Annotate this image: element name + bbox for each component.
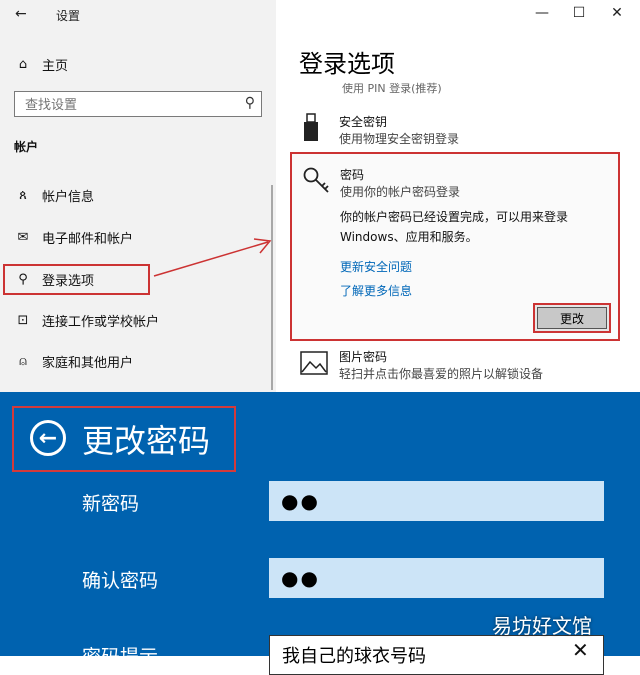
password-desc-line2: Windows、应用和服务。	[340, 230, 478, 244]
watermark-text: 易坊好文馆	[492, 614, 592, 638]
page-title: 登录选项	[299, 50, 395, 78]
mail-icon: ✉	[17, 230, 29, 245]
close-icon[interactable]: ✕	[607, 5, 627, 21]
search-input[interactable]	[23, 93, 237, 117]
picture-password-title[interactable]: 图片密码	[339, 348, 387, 365]
security-key-subtitle: 使用物理安全密钥登录	[339, 132, 460, 146]
back-arrow-icon[interactable]: ←	[15, 6, 27, 22]
window-title: 设置	[56, 9, 81, 23]
annotation-arrow-icon	[153, 238, 272, 277]
sidebar-item-label: 连接工作或学校帐户	[42, 315, 160, 330]
nav-home-label: 主页	[42, 59, 69, 74]
new-password-field[interactable]: ●●	[269, 481, 604, 521]
highlight-box-sign-in-options	[3, 264, 150, 295]
sidebar-item-email[interactable]: ✉ 电子邮件和帐户	[14, 228, 133, 247]
security-key-title[interactable]: 安全密钥	[339, 113, 387, 130]
section-label-accounts: 帐户	[14, 140, 39, 154]
picture-password-subtitle: 轻扫并点击你最喜爱的照片以解锁设备	[339, 367, 544, 381]
nav-home[interactable]: ⌂ 主页	[14, 55, 68, 74]
update-security-questions-link[interactable]: 更新安全问题	[340, 258, 412, 275]
password-title: 密码	[340, 168, 365, 182]
sidebar-item-account-info[interactable]: ጰ 帐户信息	[14, 186, 94, 205]
account-info-icon: ጰ	[19, 188, 27, 203]
password-subtitle: 使用你的帐户密码登录	[340, 185, 461, 199]
settings-sidebar: ← 设置 ⌂ 主页 ⚲ 帐户 ጰ 帐户信息 ✉ 电子邮件和帐户 ⚲ 登录选项 ⊡…	[0, 0, 276, 392]
sidebar-item-family[interactable]: ⍝ 家庭和其他用户	[14, 352, 133, 371]
sidebar-item-label: 帐户信息	[42, 190, 95, 205]
password-option-panel: 密码 使用你的帐户密码登录 你的帐户密码已经设置完成，可以用来登录 Window…	[290, 152, 620, 341]
search-icon[interactable]: ⚲	[245, 95, 255, 111]
learn-more-link[interactable]: 了解更多信息	[340, 282, 412, 299]
picture-icon	[300, 351, 328, 375]
dialog-title: 更改密码	[82, 422, 211, 460]
person-icon: ⍝	[19, 354, 27, 369]
clear-icon[interactable]: ✕	[572, 638, 589, 662]
sidebar-item-work-school[interactable]: ⊡ 连接工作或学校帐户	[14, 311, 159, 330]
sidebar-item-label: 家庭和其他用户	[42, 356, 134, 371]
briefcase-icon: ⊡	[17, 313, 29, 328]
settings-window: ← 设置 ⌂ 主页 ⚲ 帐户 ጰ 帐户信息 ✉ 电子邮件和帐户 ⚲ 登录选项 ⊡…	[0, 0, 640, 393]
password-description: 你的帐户密码已经设置完成，可以用来登录 Windows、应用和服务。	[340, 207, 600, 247]
key-icon	[303, 167, 329, 193]
confirm-password-label: 确认密码	[82, 570, 159, 592]
home-icon: ⌂	[18, 57, 28, 72]
sidebar-scrollbar[interactable]	[271, 185, 273, 390]
change-password-button[interactable]: 更改	[533, 303, 611, 333]
change-button-label: 更改	[537, 307, 607, 329]
password-hint-value: 我自己的球衣号码	[282, 646, 426, 667]
new-password-label: 新密码	[82, 493, 140, 515]
confirm-password-field[interactable]: ●●	[269, 558, 604, 598]
password-hint-field[interactable]: 我自己的球衣号码	[269, 635, 604, 675]
search-box[interactable]: ⚲	[14, 91, 262, 117]
pin-option-title[interactable]: 使用 PIN 登录(推荐)	[342, 80, 442, 96]
minimize-icon[interactable]: —	[532, 5, 552, 21]
usb-key-icon	[304, 113, 318, 141]
back-circle-icon[interactable]: ←	[30, 420, 66, 456]
maximize-icon[interactable]: ☐	[569, 5, 589, 21]
password-desc-line1: 你的帐户密码已经设置完成，可以用来登录	[340, 210, 569, 224]
sidebar-item-label: 电子邮件和帐户	[42, 232, 134, 247]
